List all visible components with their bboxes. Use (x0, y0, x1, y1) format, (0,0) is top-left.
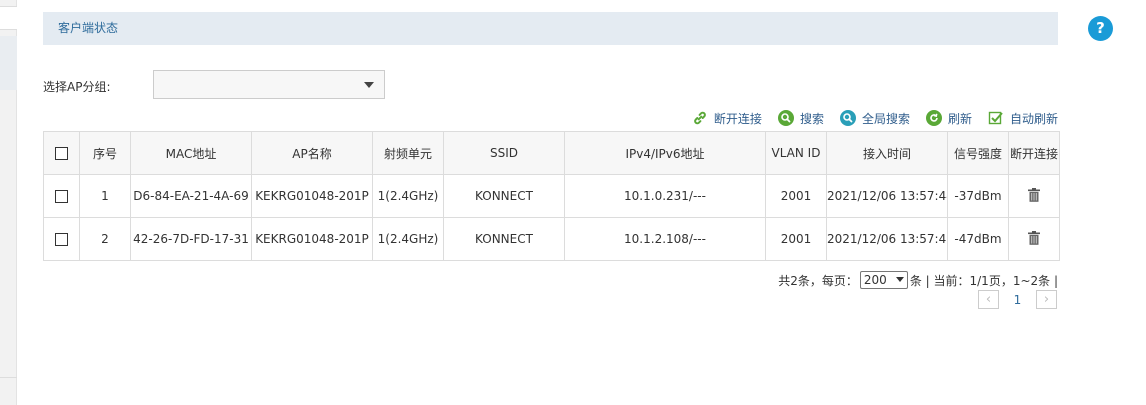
sidebar-divider (0, 377, 17, 378)
trash-icon[interactable] (1028, 187, 1040, 205)
help-icon: ? (1096, 19, 1105, 37)
cell-vlan: 2001 (765, 217, 827, 261)
search-icon (777, 110, 794, 126)
cell-disconnect (1008, 217, 1060, 261)
auto-refresh-label: 自动刷新 (1009, 111, 1058, 126)
page-size-select[interactable]: 200 (859, 271, 908, 289)
refresh-label: 刷新 (947, 111, 972, 126)
section-header: 客户端状态 (43, 12, 1058, 45)
cell-index: 1 (79, 174, 131, 218)
pagination-summary: 条 | 当前：1/1页，1~2条 | (909, 273, 1058, 288)
section-title: 客户端状态 (58, 21, 119, 35)
column-header: IPv4/IPv6地址 (564, 131, 766, 175)
global-search-label: 全局搜索 (861, 111, 910, 126)
ap-group-select[interactable] (153, 70, 385, 99)
column-header: MAC地址 (130, 131, 252, 175)
pagination-total: 共2条，每页： (778, 273, 858, 288)
chevron-down-icon (895, 277, 904, 282)
cell-signal: -47dBm (947, 217, 1009, 261)
page-size-value: 200 (863, 273, 887, 287)
cell-radio: 1(2.4GHz) (372, 174, 444, 218)
refresh-button[interactable]: 刷新 (925, 110, 972, 127)
disconnect-label: 断开连接 (713, 111, 762, 126)
checkbox-checked-icon (988, 110, 1004, 126)
auto-refresh-toggle[interactable]: 自动刷新 (988, 110, 1058, 127)
help-button[interactable]: ? (1088, 16, 1113, 41)
link-icon (692, 110, 708, 126)
ap-group-label: 选择AP分组: (43, 80, 111, 94)
cell-mac: 42-26-7D-FD-17-31 (130, 217, 252, 261)
next-page-button[interactable]: › (1036, 290, 1057, 309)
cell-time: 2021/12/06 13:57:44 (826, 174, 948, 218)
pagination-info: 共2条，每页： 200 条 | 当前：1/1页，1~2条 | (778, 271, 1058, 289)
disconnect-button[interactable]: 断开连接 (692, 110, 762, 127)
prev-page-button[interactable]: ‹ (978, 290, 999, 309)
select-all-checkbox[interactable] (55, 147, 68, 160)
page-number[interactable]: 1 (999, 293, 1036, 307)
column-header: 接入时间 (826, 131, 948, 175)
table-toolbar: 断开连接 搜索 全局搜索 刷新 自动刷新 (676, 109, 1058, 127)
refresh-icon (925, 110, 942, 126)
cell-ip: 10.1.2.108/--- (564, 217, 766, 261)
table-row: 1 D6-84-EA-21-4A-69 KEKRG01048-201P 1(2.… (43, 174, 1060, 218)
global-search-button[interactable]: 全局搜索 (839, 110, 910, 127)
left-sidebar-strip (0, 0, 17, 405)
column-header: 断开连接 (1008, 131, 1060, 175)
search-button[interactable]: 搜索 (777, 110, 824, 127)
row-checkbox[interactable] (55, 233, 68, 246)
column-header: AP名称 (251, 131, 373, 175)
cell-vlan: 2001 (765, 174, 827, 218)
cell-ssid: KONNECT (443, 174, 565, 218)
cell-index: 2 (79, 217, 131, 261)
cell-time: 2021/12/06 13:57:45 (826, 217, 948, 261)
column-header: 序号 (79, 131, 131, 175)
cell-radio: 1(2.4GHz) (372, 217, 444, 261)
cell-ap-name: KEKRG01048-201P (251, 174, 373, 218)
table-header-row: 序号 MAC地址 AP名称 射频单元 SSID IPv4/IPv6地址 VLAN… (43, 131, 1060, 175)
cell-ip: 10.1.0.231/--- (564, 174, 766, 218)
trash-icon[interactable] (1028, 230, 1040, 248)
select-all-cell (43, 131, 80, 175)
column-header: SSID (443, 131, 565, 175)
column-header: 射频单元 (372, 131, 444, 175)
column-header: VLAN ID (765, 131, 827, 175)
row-checkbox[interactable] (55, 190, 68, 203)
row-select-cell (43, 217, 80, 261)
table-row: 2 42-26-7D-FD-17-31 KEKRG01048-201P 1(2.… (43, 217, 1060, 261)
sidebar-slot[interactable] (0, 6, 17, 30)
column-header: 信号强度 (947, 131, 1009, 175)
pagination-nav: ‹ 1 › (978, 290, 1057, 309)
cell-ap-name: KEKRG01048-201P (251, 217, 373, 261)
sidebar-slot-active[interactable] (0, 36, 17, 90)
search-label: 搜索 (799, 111, 824, 126)
row-select-cell (43, 174, 80, 218)
global-search-icon (839, 110, 856, 126)
dropdown-arrow-icon (364, 82, 374, 88)
client-table: 序号 MAC地址 AP名称 射频单元 SSID IPv4/IPv6地址 VLAN… (43, 131, 1060, 261)
cell-signal: -37dBm (947, 174, 1009, 218)
cell-ssid: KONNECT (443, 217, 565, 261)
cell-mac: D6-84-EA-21-4A-69 (130, 174, 252, 218)
cell-disconnect (1008, 174, 1060, 218)
